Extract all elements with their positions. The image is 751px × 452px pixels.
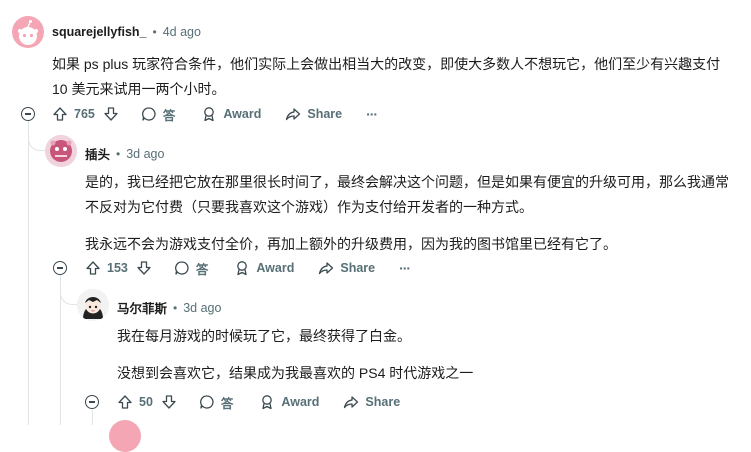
avatar[interactable] xyxy=(45,135,77,167)
reply-button[interactable]: 答 xyxy=(174,259,209,278)
collapse-thread-button[interactable] xyxy=(21,107,35,121)
share-button[interactable]: Share xyxy=(285,106,342,122)
vote-count: 153 xyxy=(107,261,128,275)
downvote-icon xyxy=(104,107,118,121)
downvote-button[interactable] xyxy=(136,260,152,276)
downvote-button[interactable] xyxy=(161,394,177,410)
upvote-button[interactable] xyxy=(85,260,101,276)
share-icon xyxy=(319,262,334,275)
separator-dot: • xyxy=(116,146,121,161)
comment-bubble-icon xyxy=(174,261,189,275)
award-button[interactable]: Award xyxy=(259,394,319,410)
upvote-button[interactable] xyxy=(52,106,68,122)
comment-bubble-icon xyxy=(141,107,156,121)
comment-line: 是的，我已经把它放在那里很长时间了，最终会解决这个问题，但是如果有便宜的升级可用… xyxy=(85,174,729,190)
share-label: Share xyxy=(365,395,401,409)
award-icon xyxy=(237,261,248,276)
more-icon: ··· xyxy=(399,260,411,276)
downvote-icon xyxy=(137,261,151,275)
thread-line-root xyxy=(28,120,29,425)
share-icon xyxy=(344,396,359,409)
character-avatar-icon xyxy=(45,135,77,167)
reply-label: 答 xyxy=(195,262,209,277)
downvote-icon xyxy=(162,395,176,409)
upvote-icon xyxy=(118,395,132,409)
comment-line: 不反对为它付费（只要我喜欢这个游戏）作为支付给开发者的一种方式。 xyxy=(85,199,533,215)
share-label: Share xyxy=(340,261,376,275)
thread-connector-1 xyxy=(28,128,47,151)
comment-body: 我在每月游戏的时候玩了它，最终获得了白金。 没想到会喜欢它，结果成为我最喜欢的 … xyxy=(117,324,473,386)
comment-line: 10 美元来试用一两个小时。 xyxy=(52,81,226,97)
thread-connector-2 xyxy=(60,282,79,305)
thread-line-level3 xyxy=(92,410,93,425)
upvote-icon xyxy=(53,107,67,121)
vote-count: 50 xyxy=(139,395,153,409)
comment-line: 如果 ps plus 玩家符合条件，他们实际上会做出相当大的改变，即使大多数人不… xyxy=(52,56,721,72)
username[interactable]: squarejellyfish_ xyxy=(52,25,147,39)
more-options-button[interactable]: ··· xyxy=(366,106,378,122)
avatar[interactable] xyxy=(12,16,44,48)
anime-avatar-icon xyxy=(77,289,109,321)
award-icon xyxy=(204,107,215,122)
comment-actions: 50 答 Award Share xyxy=(117,390,400,414)
share-icon xyxy=(286,108,301,121)
snoo-avatar-icon xyxy=(18,20,38,45)
timestamp[interactable]: 3d ago xyxy=(126,147,164,161)
username[interactable]: 插头 xyxy=(85,144,110,163)
comment-line: 我在每月游戏的时候玩了它，最终获得了白金。 xyxy=(117,328,411,344)
award-button[interactable]: Award xyxy=(201,106,261,122)
award-label: Award xyxy=(256,261,295,275)
timestamp[interactable]: 4d ago xyxy=(163,25,201,39)
comment-line: 我永远不会为游戏支付全价，再加上额外的升级费用，因为我的图书馆里已经有它了。 xyxy=(85,236,617,252)
award-button[interactable]: Award xyxy=(234,260,294,276)
comment-line: 没想到会喜欢它，结果成为我最喜欢的 PS4 时代游戏之一 xyxy=(117,365,474,381)
reply-label: 答 xyxy=(220,396,234,411)
upvote-icon xyxy=(86,261,100,275)
comment-body: 是的，我已经把它放在那里很长时间了，最终会解决这个问题，但是如果有便宜的升级可用… xyxy=(85,170,729,257)
more-icon: ··· xyxy=(366,106,378,122)
downvote-button[interactable] xyxy=(103,106,119,122)
comment-bubble-icon xyxy=(199,395,214,409)
reply-button[interactable]: 答 xyxy=(141,105,176,124)
comment-actions: 153 答 Award Share ··· xyxy=(85,256,411,280)
avatar[interactable] xyxy=(77,289,109,321)
username[interactable]: 马尔菲斯 xyxy=(117,298,167,317)
comment-actions: 765 答 Award Share ··· xyxy=(52,102,378,126)
reply-label: 答 xyxy=(162,108,176,123)
separator-dot: • xyxy=(173,300,178,315)
share-button[interactable]: Share xyxy=(343,394,400,410)
more-options-button[interactable]: ··· xyxy=(399,260,411,276)
collapse-thread-button[interactable] xyxy=(85,395,99,409)
award-label: Award xyxy=(223,107,262,121)
share-label: Share xyxy=(307,107,343,121)
collapse-thread-button[interactable] xyxy=(53,261,67,275)
share-button[interactable]: Share xyxy=(318,260,375,276)
upvote-button[interactable] xyxy=(117,394,133,410)
reply-button[interactable]: 答 xyxy=(199,393,234,412)
award-label: Award xyxy=(281,395,320,409)
timestamp[interactable]: 3d ago xyxy=(183,301,221,315)
separator-dot: • xyxy=(152,25,157,39)
vote-count: 765 xyxy=(74,107,95,121)
comment-body: 如果 ps plus 玩家符合条件，他们实际上会做出相当大的改变，即使大多数人不… xyxy=(52,52,720,102)
award-icon xyxy=(262,395,273,410)
